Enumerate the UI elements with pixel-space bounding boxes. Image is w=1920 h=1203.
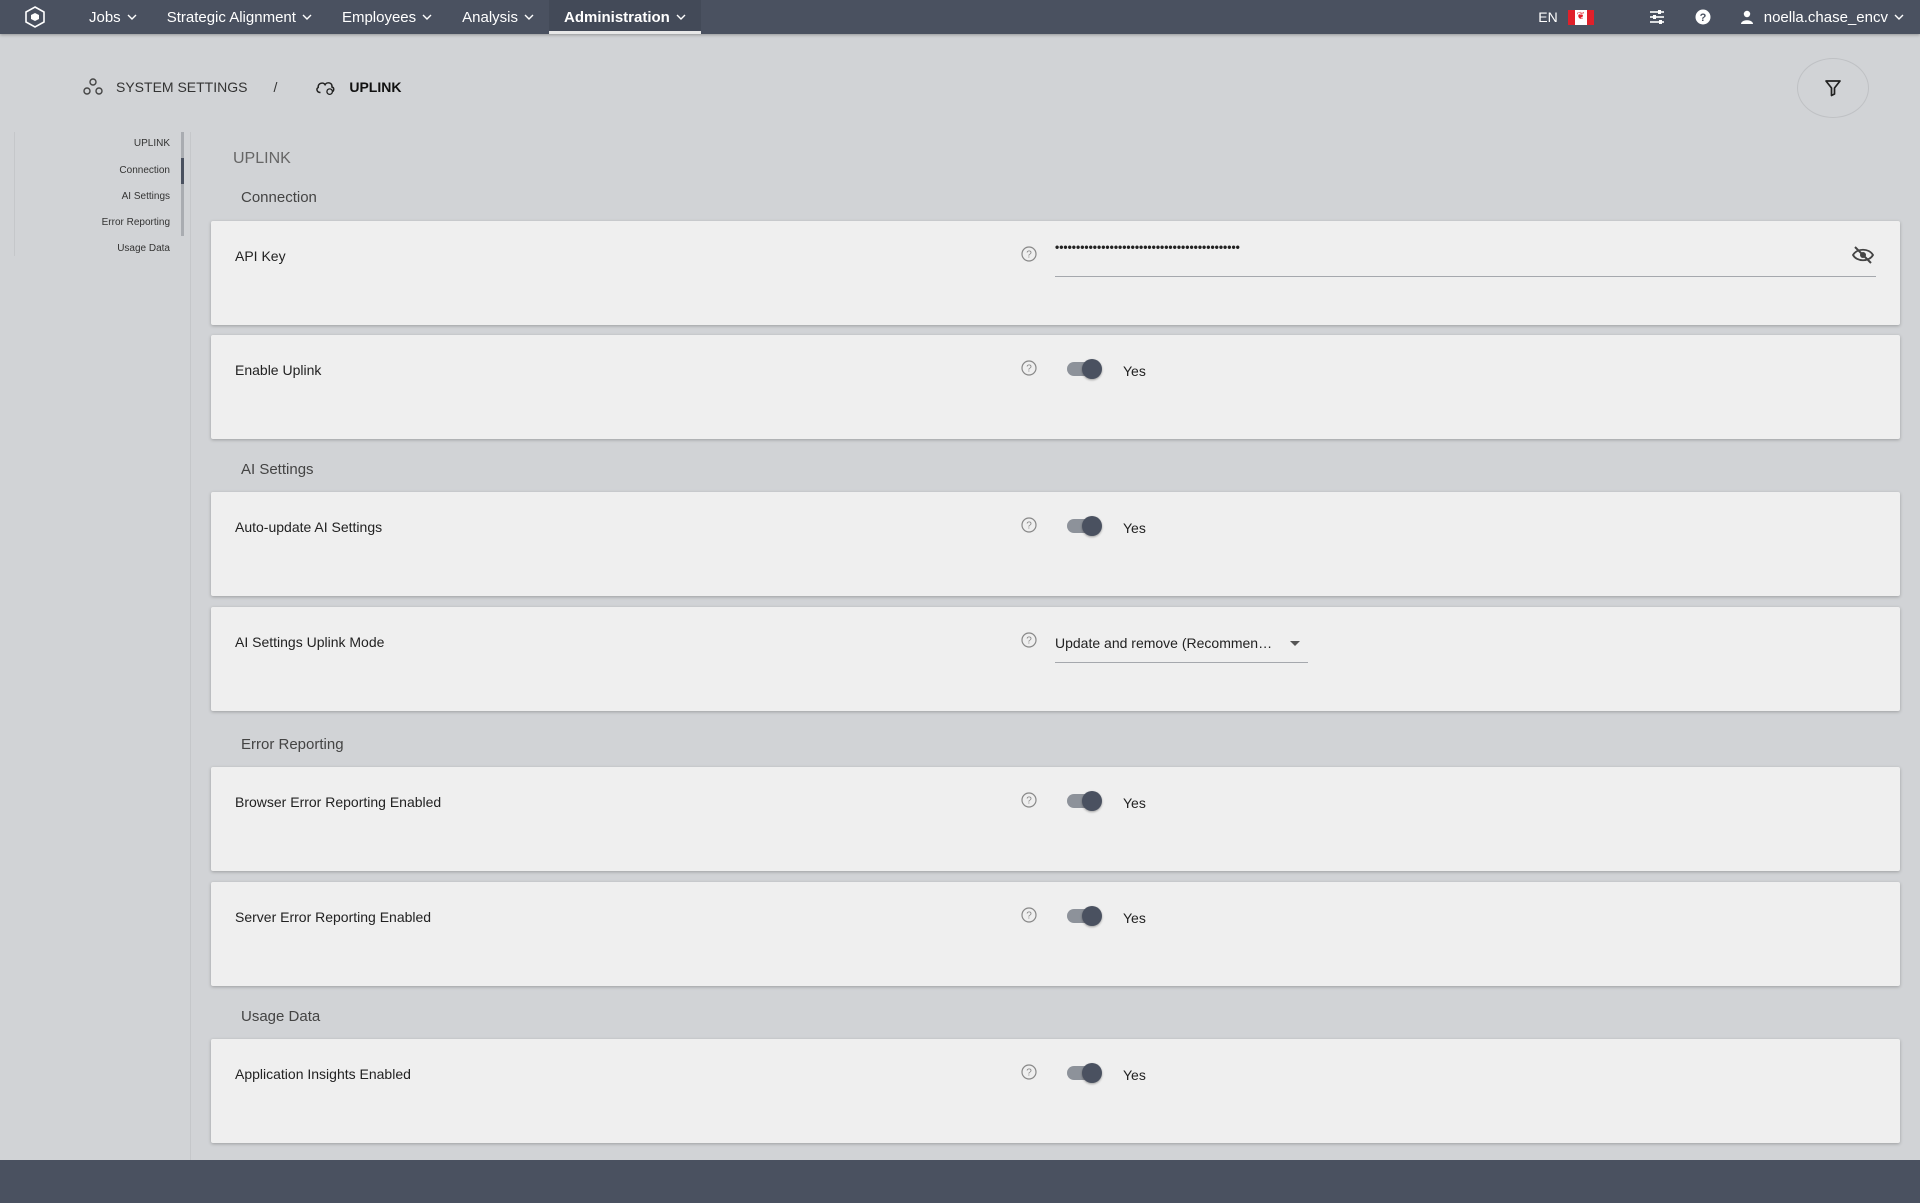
svg-text:?: ? — [1026, 364, 1032, 375]
setting-card-application-insights: Application Insights Enabled ? Yes — [211, 1039, 1900, 1143]
toggle-value: Yes — [1123, 363, 1146, 379]
question-circle-icon[interactable]: ? — [1020, 245, 1038, 263]
app-logo-icon[interactable] — [24, 6, 46, 28]
nav-jobs[interactable]: Jobs — [74, 0, 152, 34]
svg-text:?: ? — [1026, 250, 1032, 261]
setting-label: Auto-update AI Settings — [235, 519, 383, 535]
svg-text:?: ? — [1026, 521, 1032, 532]
system-settings-icon — [82, 76, 104, 98]
top-right-controls: EN ❦ ? noella.chase_encv — [1538, 0, 1920, 34]
svg-text:?: ? — [1026, 911, 1032, 922]
question-circle-icon[interactable]: ? — [1020, 1063, 1038, 1081]
nav-jobs-label: Jobs — [89, 8, 121, 26]
sliders-icon[interactable] — [1640, 0, 1674, 34]
setting-card-auto-update-ai: Auto-update AI Settings ? Yes — [211, 492, 1900, 596]
browser-error-reporting-toggle[interactable] — [1067, 791, 1102, 811]
section-title-usage-data: Usage Data — [241, 1008, 321, 1025]
user-icon — [1740, 10, 1753, 24]
toc-item-connection[interactable]: Connection — [119, 165, 170, 176]
section-navigation: UPLINK Connection AI Settings Error Repo… — [14, 132, 184, 256]
canada-flag-icon: ❦ — [1567, 9, 1594, 25]
language-code: EN — [1538, 9, 1558, 25]
question-circle-icon[interactable]: ? — [1020, 791, 1038, 809]
nav-administration-label: Administration — [564, 8, 670, 26]
api-key-masked-value: ••••••••••••••••••••••••••••••••••••••••… — [1055, 240, 1240, 254]
setting-label: Application Insights Enabled — [235, 1066, 411, 1082]
enable-uplink-toggle[interactable] — [1067, 359, 1102, 379]
application-insights-toggle[interactable] — [1067, 1063, 1102, 1083]
nav-administration[interactable]: Administration — [549, 0, 701, 34]
chevron-down-icon — [422, 14, 432, 20]
nav-strategic-alignment[interactable]: Strategic Alignment — [152, 0, 327, 34]
caret-down-icon — [1290, 641, 1300, 646]
language-selector[interactable]: EN ❦ — [1538, 9, 1594, 25]
toggle-value: Yes — [1123, 910, 1146, 926]
toc-item-ai-settings[interactable]: AI Settings — [122, 191, 170, 202]
chevron-down-icon — [676, 14, 686, 20]
setting-card-enable-uplink: Enable Uplink ? Yes — [211, 335, 1900, 439]
svg-text:?: ? — [1026, 636, 1032, 647]
question-circle-icon[interactable]: ? — [1020, 631, 1038, 649]
svg-text:?: ? — [1026, 796, 1032, 807]
chevron-down-icon — [302, 14, 312, 20]
setting-card-browser-error-reporting: Browser Error Reporting Enabled ? Yes — [211, 767, 1900, 871]
question-circle-icon[interactable]: ? — [1020, 906, 1038, 924]
toggle-value: Yes — [1123, 795, 1146, 811]
breadcrumb-separator: / — [273, 79, 278, 95]
username: noella.chase_encv — [1763, 8, 1888, 26]
section-title-connection: Connection — [241, 189, 317, 206]
svg-text:?: ? — [1699, 12, 1706, 24]
section-title-ai-settings: AI Settings — [241, 461, 314, 478]
toc-item-uplink[interactable]: UPLINK — [134, 138, 170, 149]
nav-strategic-alignment-label: Strategic Alignment — [166, 8, 296, 26]
toggle-knob — [1082, 791, 1102, 811]
cloud-sync-icon — [315, 76, 337, 98]
left-divider — [190, 132, 191, 1160]
breadcrumb: SYSTEM SETTINGS / UPLINK — [82, 74, 401, 100]
setting-card-api-key: API Key ? ••••••••••••••••••••••••••••••… — [211, 221, 1900, 325]
filter-button[interactable] — [1797, 58, 1869, 118]
setting-label: Server Error Reporting Enabled — [235, 909, 432, 925]
setting-label: API Key — [235, 248, 286, 264]
help-icon[interactable]: ? — [1686, 0, 1720, 34]
toc-active-indicator — [181, 158, 184, 184]
setting-card-server-error-reporting: Server Error Reporting Enabled ? Yes — [211, 882, 1900, 986]
ai-uplink-mode-select[interactable]: Update and remove (Recommended) — [1055, 625, 1308, 663]
eye-off-icon[interactable] — [1851, 245, 1875, 265]
server-error-reporting-toggle[interactable] — [1067, 906, 1102, 926]
toggle-value: Yes — [1123, 1067, 1146, 1083]
chevron-down-icon — [127, 14, 137, 20]
setting-label: Browser Error Reporting Enabled — [235, 794, 442, 810]
chevron-down-icon — [1894, 14, 1904, 20]
toggle-knob — [1082, 359, 1102, 379]
toc-item-usage-data[interactable]: Usage Data — [117, 243, 170, 254]
toc-track — [181, 132, 184, 236]
user-menu[interactable]: noella.chase_encv — [1740, 9, 1904, 26]
breadcrumb-parent[interactable]: SYSTEM SETTINGS — [116, 79, 247, 95]
question-circle-icon[interactable]: ? — [1020, 359, 1038, 377]
setting-label: AI Settings Uplink Mode — [235, 634, 385, 650]
toggle-knob — [1082, 906, 1102, 926]
breadcrumb-current: UPLINK — [349, 79, 402, 95]
filter-icon — [1825, 80, 1841, 97]
bottom-bar — [0, 1160, 1920, 1203]
toc-item-error-reporting[interactable]: Error Reporting — [102, 217, 170, 228]
chevron-down-icon — [524, 14, 534, 20]
toggle-knob — [1082, 1063, 1102, 1083]
section-title-error-reporting: Error Reporting — [241, 736, 344, 753]
top-navigation-bar: Jobs Strategic Alignment Employees Analy… — [0, 0, 1920, 34]
svg-text:?: ? — [1026, 1068, 1032, 1079]
nav-analysis-label: Analysis — [462, 8, 518, 26]
auto-update-ai-toggle[interactable] — [1067, 516, 1102, 536]
nav-employees[interactable]: Employees — [327, 0, 447, 34]
toggle-value: Yes — [1123, 520, 1146, 536]
select-value: Update and remove (Recommended) — [1055, 635, 1277, 651]
toggle-knob — [1082, 516, 1102, 536]
nav-analysis[interactable]: Analysis — [447, 0, 549, 34]
setting-label: Enable Uplink — [235, 362, 322, 378]
nav-employees-label: Employees — [341, 8, 417, 26]
setting-card-ai-uplink-mode: AI Settings Uplink Mode ? Update and rem… — [211, 607, 1900, 711]
question-circle-icon[interactable]: ? — [1020, 516, 1038, 534]
page-heading: UPLINK — [233, 150, 291, 167]
